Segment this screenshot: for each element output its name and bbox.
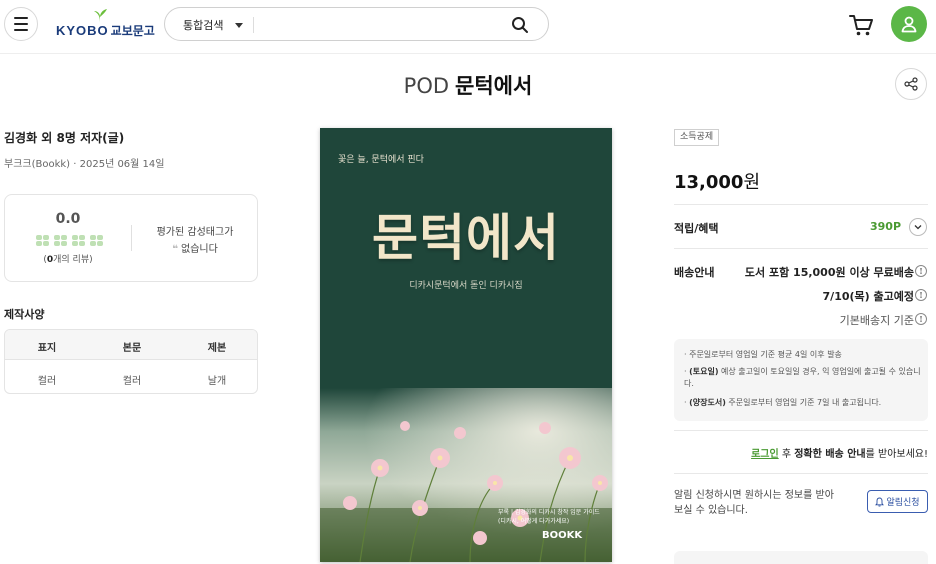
title-main: 문턱에서: [455, 74, 533, 98]
info-icon[interactable]: !: [915, 313, 927, 325]
page-title: POD 문턱에서: [0, 70, 936, 100]
spec-header-row: 표지 본문 제본: [5, 330, 257, 360]
spec-value: 컬러: [122, 376, 142, 387]
shipping-label: 배송안내: [674, 266, 715, 279]
alert-description: 알림 신청하시면 원하시는 정보를 받아 보실 수 있습니다.: [674, 490, 834, 516]
emotion-tag-label: 평가된 감성태그가: [156, 227, 234, 238]
clover-icon: [54, 235, 68, 246]
rating-score: 0.0: [55, 211, 81, 227]
share-icon: [904, 77, 918, 91]
chevron-down-icon: [914, 225, 922, 230]
spec-title: 제작사양: [4, 308, 45, 321]
quote-icon: ❝: [172, 244, 179, 255]
spec-value: 날개: [207, 376, 227, 387]
caret-down-icon[interactable]: [235, 23, 243, 28]
bottom-panel: [674, 551, 928, 564]
bell-icon: [875, 497, 885, 506]
points-label: 적립/혜택: [674, 222, 719, 235]
spec-value: 컬러: [37, 376, 57, 387]
clover-icon: [72, 235, 86, 246]
shipping-date: 7/10(목) 출고예정: [822, 290, 914, 303]
login-link[interactable]: 로그인: [751, 449, 779, 460]
search-icon[interactable]: [511, 16, 529, 34]
clover-icon: [36, 235, 50, 246]
author-link[interactable]: 김경화 외 8명 저자(글): [4, 129, 124, 146]
header: KYOBO 교보문고 통합검색: [0, 0, 936, 54]
price: 13,000원: [674, 172, 761, 193]
cover-title: 문턱에서: [372, 209, 560, 267]
cover-note: 부록 | 김경화의 디카시 창작 입문 가이드 (디카시, 어떻게 다가가세요): [498, 509, 600, 525]
share-button[interactable]: [895, 68, 927, 100]
alert-subscribe-button[interactable]: 알림신청: [867, 490, 928, 513]
spec-header: 표지: [37, 343, 57, 354]
tax-deduction-badge: 소득공제: [674, 129, 720, 146]
review-count[interactable]: (0개의 리뷰): [5, 252, 131, 265]
kyobo-logo[interactable]: KYOBO 교보문고: [56, 9, 156, 40]
info-icon[interactable]: !: [915, 265, 927, 277]
rating-clovers: [36, 235, 104, 246]
search-category[interactable]: 통합검색: [183, 17, 223, 33]
clover-icon: [90, 235, 104, 246]
cover-brand: BOOKK: [542, 530, 583, 541]
menu-button[interactable]: [4, 7, 38, 41]
shipping-address-basis[interactable]: 기본배송지 기준: [840, 312, 914, 328]
user-icon: [901, 16, 917, 33]
logo-text-kr: 교보문고: [110, 24, 155, 38]
user-button[interactable]: [891, 6, 927, 42]
login-prompt: 로그인 후 정확한 배송 안내를 받아보세요!: [751, 449, 928, 460]
cover-tagline: 꽃은 늘, 문턱에서 핀다: [338, 155, 424, 165]
points-value: 390P: [870, 220, 902, 233]
points-expand-button[interactable]: [909, 218, 927, 236]
shipping-notice-box: · 주문일로부터 영업일 기준 평균 4일 이후 발송 · (토요일) 예상 출…: [674, 339, 928, 421]
cart-icon[interactable]: [848, 12, 874, 38]
emotion-tag-value: ❝ 없습니다: [172, 244, 218, 255]
notice-item: · (토요일) 예상 출고일이 토요일일 경우, 익 영업일에 출고될 수 있습…: [684, 367, 921, 388]
notice-item: · 주문일로부터 영업일 기준 평균 4일 이후 발송: [684, 350, 842, 359]
logo-text-en: KYOBO: [56, 23, 109, 38]
spec-header: 제본: [207, 343, 227, 354]
title-prefix: POD: [403, 74, 450, 98]
spec-table: 표지 본문 제본 컬러 컬러 날개: [4, 329, 258, 394]
spec-header: 본문: [122, 343, 142, 354]
cover-subtitle: 디카시문턱에서 돋인 디카시집: [409, 281, 523, 291]
publisher-date[interactable]: 부크크(Bookk) · 2025년 06월 14일: [4, 155, 164, 170]
menu-icon: [14, 17, 28, 19]
rating-card: 0.0 (0개의 리뷰) 평가된 감성태그가 ❝ 없습니다: [4, 194, 258, 282]
info-icon[interactable]: !: [915, 289, 927, 301]
notice-item: · (양장도서) 주문일로부터 영업일 기준 7일 내 출고됩니다.: [684, 398, 882, 407]
search-input[interactable]: [259, 13, 499, 37]
shipping-free-info: 도서 포함 15,000원 이상 무료배송: [744, 266, 914, 279]
search-bar: 통합검색: [164, 7, 549, 41]
book-cover[interactable]: 꽃은 늘, 문턱에서 핀다 문턱에서 디카시문턱에서 돋인 디카시집 부록 | …: [320, 128, 612, 562]
